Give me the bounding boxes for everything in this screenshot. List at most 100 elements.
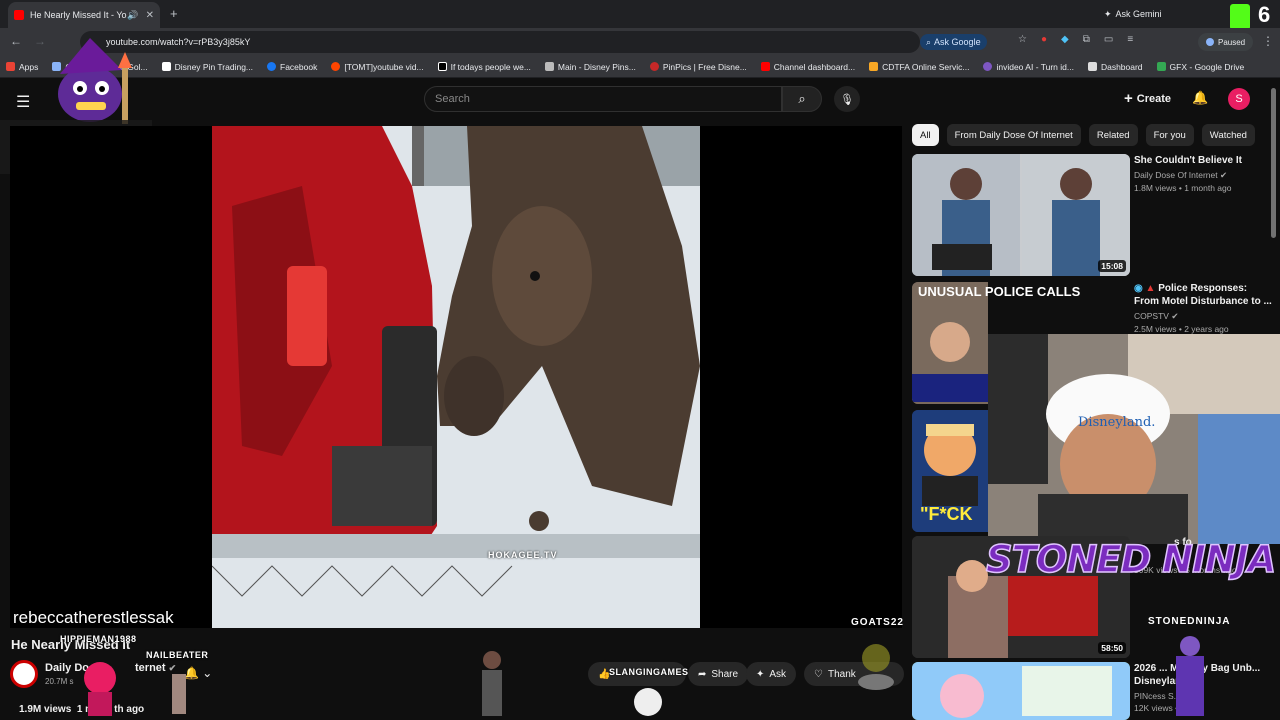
bookmark-label: Main - Disney Pins...	[557, 61, 636, 72]
bookmark-label: If todays people we...	[450, 61, 531, 72]
close-tab-icon[interactable]: ✕	[146, 10, 154, 21]
extension-icon[interactable]: ◆	[1061, 34, 1069, 45]
new-tab-button[interactable]: +	[170, 6, 178, 21]
thumbnail-caption: UNUSUAL POLICE CALLS	[918, 284, 1081, 299]
view-count: 1.9M views	[19, 704, 72, 715]
bookmark-item[interactable]: Dashboard	[1087, 62, 1143, 72]
create-label: Create	[1136, 92, 1172, 105]
video-frame[interactable]	[212, 126, 700, 628]
recommendation-title[interactable]: She Couldn't Believe It	[1134, 154, 1274, 167]
toolbar-icons: ☆ ● ◆ ⧉ ▭ ≡	[1018, 34, 1133, 45]
share-button[interactable]: ➦ Share	[688, 662, 749, 686]
tab-search-icon[interactable]: ▭	[1104, 34, 1113, 45]
microphone-icon: 🎙	[840, 93, 854, 106]
facebook-icon	[267, 62, 277, 71]
extensions-puzzle-icon[interactable]: ⧉	[1083, 34, 1090, 45]
bookmark-item[interactable]: If todays people we...	[437, 61, 531, 72]
channel-label: COPSTV	[1134, 311, 1169, 321]
stream-chatter-name: rebeccatherestlessak	[13, 608, 174, 627]
video-thumbnail[interactable]	[912, 662, 1130, 720]
recommendation-channel[interactable]: Daily Dose Of Internet ✔	[1134, 170, 1274, 181]
sprite-label: SLANGINGAMES	[609, 667, 689, 677]
chip-for-you[interactable]: For you	[1145, 124, 1194, 146]
ask-button[interactable]: ✦ Ask	[746, 662, 797, 686]
chip-all[interactable]: All	[912, 124, 939, 146]
thumbnail-art	[912, 154, 1130, 276]
create-button[interactable]: + Create	[1124, 90, 1171, 107]
notifications-bell-icon[interactable]: 🔔	[1192, 90, 1208, 106]
profile-icon	[1206, 38, 1214, 46]
search-button[interactable]: ⌕	[782, 86, 822, 112]
chip-from-channel[interactable]: From Daily Dose Of Internet	[946, 124, 1081, 146]
sparkle-icon: ✦	[756, 668, 765, 680]
recommendation-item[interactable]: "F*CK	[912, 410, 988, 532]
chip-related[interactable]: Related	[1088, 124, 1138, 146]
bookmark-item[interactable]: invideo AI - Turn id...	[983, 62, 1074, 72]
channel-avatar[interactable]	[10, 660, 38, 688]
bookmark-label: PinPics | Free Disne...	[662, 61, 747, 72]
thanks-icon: ♡	[814, 668, 823, 680]
bookmark-star-icon[interactable]: ☆	[1018, 34, 1027, 45]
lens-icon: ⌕	[926, 36, 932, 47]
youtube-studio-icon	[760, 62, 770, 71]
search-input[interactable]: Search	[424, 86, 782, 112]
video-thumbnail[interactable]: 15:08	[912, 154, 1130, 276]
sprite-label: HIPPIEMAN1988	[60, 634, 137, 644]
bookmark-item[interactable]: CDTFA Online Servic...	[869, 62, 969, 72]
video-duration: 15:08	[1098, 260, 1126, 272]
filter-chips: All From Daily Dose Of Internet Related …	[912, 124, 1255, 146]
ask-gemini-button[interactable]: ✦ Ask Gemini	[1104, 5, 1162, 23]
verified-icon: ✔	[1171, 311, 1179, 321]
account-avatar[interactable]: S	[1228, 88, 1250, 110]
media-icon[interactable]: ≡	[1127, 34, 1133, 45]
recommendation-item[interactable]: 15:08 She Couldn't Believe It Daily Dose…	[912, 154, 1274, 276]
bookmark-item[interactable]: Main - Disney Pins...	[544, 61, 636, 72]
bookmark-item[interactable]: [TOMT]youtube vid...	[331, 61, 424, 72]
audio-icon[interactable]: 🔊	[127, 10, 138, 21]
browser-tab[interactable]: He Nearly Missed It - YouTu 🔊 ✕	[8, 2, 160, 28]
back-button[interactable]: ←	[10, 34, 22, 48]
bookmark-label: Channel dashboard...	[773, 61, 856, 72]
sprite-label: NAILBEATER	[146, 650, 209, 660]
menu-hamburger-icon[interactable]: ☰	[16, 92, 30, 112]
reddit-icon	[331, 62, 341, 71]
bookmark-item[interactable]: Channel dashboard...	[760, 61, 856, 72]
cap-logo: Disneyland.	[1078, 415, 1155, 430]
recommendation-channel[interactable]: COPSTV ✔	[1134, 311, 1274, 322]
bookmark-label: [TOMT]youtube vid...	[344, 61, 424, 72]
video-thumbnail[interactable]: "F*CK	[912, 410, 988, 532]
stream-counter: 6	[1258, 2, 1271, 27]
chip-watched[interactable]: Watched	[1201, 124, 1255, 146]
thumbnail-text: UNUSUAL POLICE CALLS	[918, 284, 1080, 299]
extension-icon[interactable]: ●	[1041, 34, 1047, 45]
bookmark-icon	[869, 62, 879, 71]
bookmark-item[interactable]: Facebook	[267, 62, 317, 72]
video-duration: 58:50	[1098, 642, 1126, 654]
pinpics-icon	[649, 62, 659, 71]
apps-icon	[6, 62, 15, 71]
ufo-sprite-icon	[858, 644, 894, 690]
browser-tabstrip: He Nearly Missed It - YouTu 🔊 ✕ + ✦ Ask …	[0, 0, 1280, 30]
bookmark-label: Facebook	[280, 61, 318, 72]
voice-search-button[interactable]: 🎙	[834, 86, 860, 112]
paused-label: Paused	[1218, 37, 1246, 47]
tiktok-icon	[437, 62, 447, 71]
browser-menu-icon[interactable]: ⋮	[1262, 34, 1274, 48]
profile-paused-button[interactable]: Paused	[1198, 33, 1254, 51]
bookmark-item[interactable]: GFX - Google Drive	[1156, 62, 1244, 72]
bookmark-icon	[544, 62, 554, 71]
bookmark-item[interactable]: Disney Pin Trading...	[161, 62, 253, 72]
bookmark-item[interactable]: PinPics | Free Disne...	[649, 61, 747, 72]
ask-google-button[interactable]: ⌕ Ask Google	[920, 34, 987, 50]
share-icon: ➦	[698, 668, 707, 680]
address-bar[interactable]: youtube.com/watch?v=rPB3y3j85kY	[80, 31, 920, 53]
recommendation-title[interactable]: ◉ ▲ Police Responses: From Motel Disturb…	[1134, 282, 1274, 308]
police-light-icon: ◉	[1134, 283, 1143, 294]
invideo-icon	[983, 62, 993, 71]
search-icon: ⌕	[798, 91, 806, 106]
title-label: Police Responses: From Motel Disturbance…	[1134, 283, 1272, 307]
video-thumbnail[interactable]	[912, 282, 988, 404]
bookmarks-bar: Apps Comprehensive Gol... Disney Pin Tra…	[0, 56, 1280, 78]
cat-sprite-icon	[634, 688, 662, 716]
recommendation-meta: 1.8M views • 1 month ago	[1134, 183, 1232, 193]
